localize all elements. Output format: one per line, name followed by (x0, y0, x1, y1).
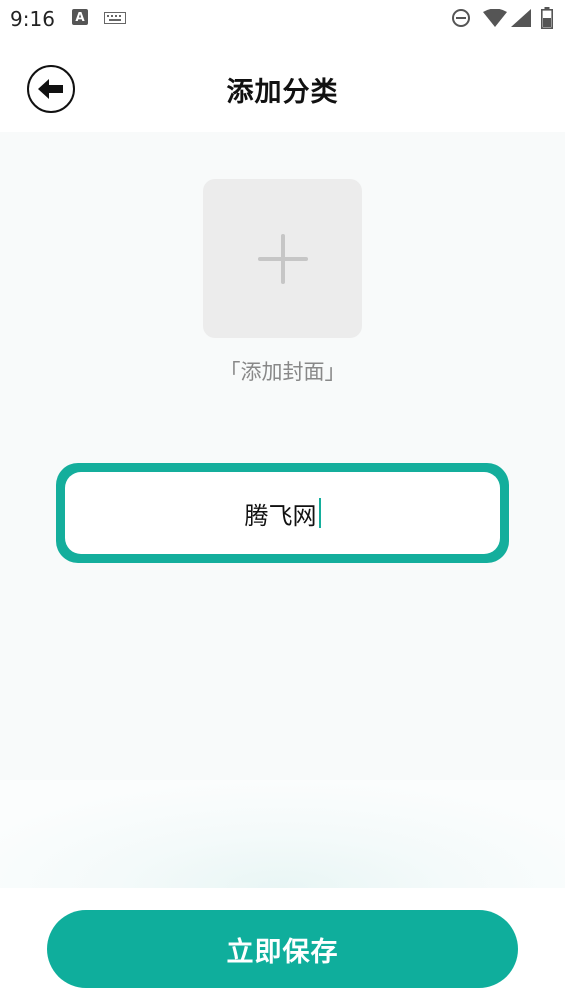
header: 添加分类 (0, 40, 565, 132)
signal-icon (511, 9, 531, 27)
category-name-input[interactable]: 腾飞网 (65, 472, 500, 554)
save-button[interactable]: 立即保存 (47, 910, 518, 988)
main-content: 「添加封面」 腾飞网 (0, 132, 565, 780)
category-name-field[interactable]: 腾飞网 (56, 463, 509, 563)
wifi-icon (483, 9, 507, 27)
add-cover-label: 「添加封面」 (219, 360, 346, 384)
battery-icon (541, 7, 553, 29)
plus-icon (258, 234, 308, 284)
category-name-value: 腾飞网 (244, 501, 317, 530)
keyboard-icon (104, 12, 126, 24)
bottom-gradient (0, 780, 565, 888)
page-title: 添加分类 (226, 77, 339, 108)
status-bar: 9:16 A (0, 0, 565, 40)
text-caret (318, 498, 321, 528)
status-time: 9:16 (10, 7, 55, 31)
add-cover-button[interactable] (203, 179, 362, 338)
a-icon: A (72, 9, 88, 25)
do-not-disturb-icon (452, 9, 470, 27)
